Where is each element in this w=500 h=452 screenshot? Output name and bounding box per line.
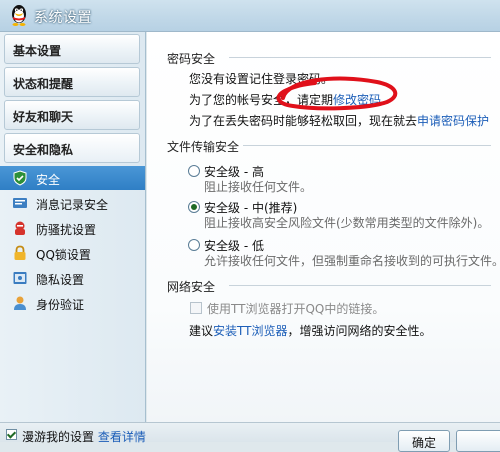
password-protect-prefix: 为了在丢失密码时能够轻松取回，现在就去 [189,114,418,128]
user-verify-icon [14,296,26,310]
settings-sidebar: 基本设置 状态和提醒 好友和聊天 安全和隐私 安全 消息记录安全 防骚扰设置 Q… [0,32,146,422]
sidebar-item-qq-lock[interactable]: QQ锁设置 [0,241,145,265]
password-change-suffix: 。 [381,93,394,107]
qq-penguin-icon [12,5,26,26]
password-change-line: 为了您的帐号安全，请定期修改密码。 [189,91,393,108]
security-level-low-radio[interactable] [188,239,200,251]
settings-content: 密码安全 您没有设置记住登录密码。 为了您的帐号安全，请定期修改密码。 为了在丢… [147,32,500,422]
lock-icon [14,245,26,260]
sidebar-item-privacy[interactable]: 隐私设置 [0,266,145,290]
tt-browser-suggestion: 建议安装TT浏览器，增强访问网络的安全性。 [189,322,431,339]
tt-browser-checkbox[interactable] [190,302,202,314]
ok-button-label: 确定 [411,436,436,450]
security-level-medium-desc: 阻止接收高安全风险文件(少数常用类型的文件除外)。 [204,216,490,230]
roam-settings-checkbox[interactable] [6,429,17,440]
section-divider [243,145,491,146]
sidebar-category-security-privacy[interactable]: 安全和隐私 [4,133,140,163]
section-title-file-transfer: 文件传输安全 [167,140,240,154]
sidebar-category-label: 好友和聊天 [13,110,74,124]
message-record-icon [13,198,27,208]
shield-icon [13,170,27,186]
ok-button[interactable]: 确定 [398,430,450,452]
section-title-password: 密码安全 [167,52,216,66]
security-level-high-desc: 阻止接收任何文件。 [204,180,313,194]
tt-browser-checkbox-label: 使用TT浏览器打开QQ中的链接。 [207,302,385,316]
sidebar-category-label: 状态和提醒 [13,77,74,91]
secondary-button[interactable] [456,430,500,452]
sidebar-item-label: 隐私设置 [36,273,85,287]
sidebar-category-label: 安全和隐私 [13,143,74,157]
sidebar-item-label: 消息记录安全 [36,198,109,212]
bottom-bar: 漫游我的设置 查看详情 确定 [0,422,500,452]
sidebar-category-friends-chat[interactable]: 好友和聊天 [4,100,140,130]
change-password-link[interactable]: 修改密码 [333,93,381,107]
suggestion-suffix: ，增强访问网络的安全性。 [287,324,432,338]
sidebar-category-status[interactable]: 状态和提醒 [4,67,140,97]
window-title: 系统设置 [34,10,92,26]
sidebar-item-label: 身份验证 [36,298,85,312]
install-tt-browser-link[interactable]: 安装TT浏览器 [213,324,287,338]
roam-settings-line: 漫游我的设置 查看详情 [22,428,146,445]
sidebar-item-message-record-security[interactable]: 消息记录安全 [0,191,145,215]
anti-harassment-icon [15,221,25,235]
apply-password-protection-link[interactable]: 申请密码保护 [417,114,489,128]
sidebar-category-label: 基本设置 [13,44,62,58]
sidebar-item-identity-verification[interactable]: 身份验证 [0,291,145,315]
sidebar-category-basic[interactable]: 基本设置 [4,34,140,64]
security-level-high-radio[interactable] [188,165,200,177]
suggestion-prefix: 建议 [189,324,214,338]
privacy-icon [13,272,27,284]
sidebar-item-label: 安全 [36,173,61,187]
sidebar-item-security[interactable]: 安全 [0,166,145,190]
title-bar: 系统设置 [0,0,500,32]
security-level-medium-radio[interactable] [188,201,200,213]
password-change-prefix: 为了您的帐号安全，请定期 [189,93,334,107]
section-divider [229,57,491,58]
password-remember-note: 您没有设置记住登录密码。 [189,72,334,86]
sidebar-item-label: QQ锁设置 [36,248,91,262]
sidebar-item-label: 防骚扰设置 [36,223,97,237]
password-protect-line: 为了在丢失密码时能够轻松取回，现在就去申请密码保护 [189,112,489,129]
section-title-network: 网络安全 [167,280,216,294]
security-level-low-desc: 允许接收任何文件，但强制重命名接收到的可执行文件。 [204,254,500,268]
section-divider [229,285,491,286]
sidebar-item-anti-harassment[interactable]: 防骚扰设置 [0,216,145,240]
